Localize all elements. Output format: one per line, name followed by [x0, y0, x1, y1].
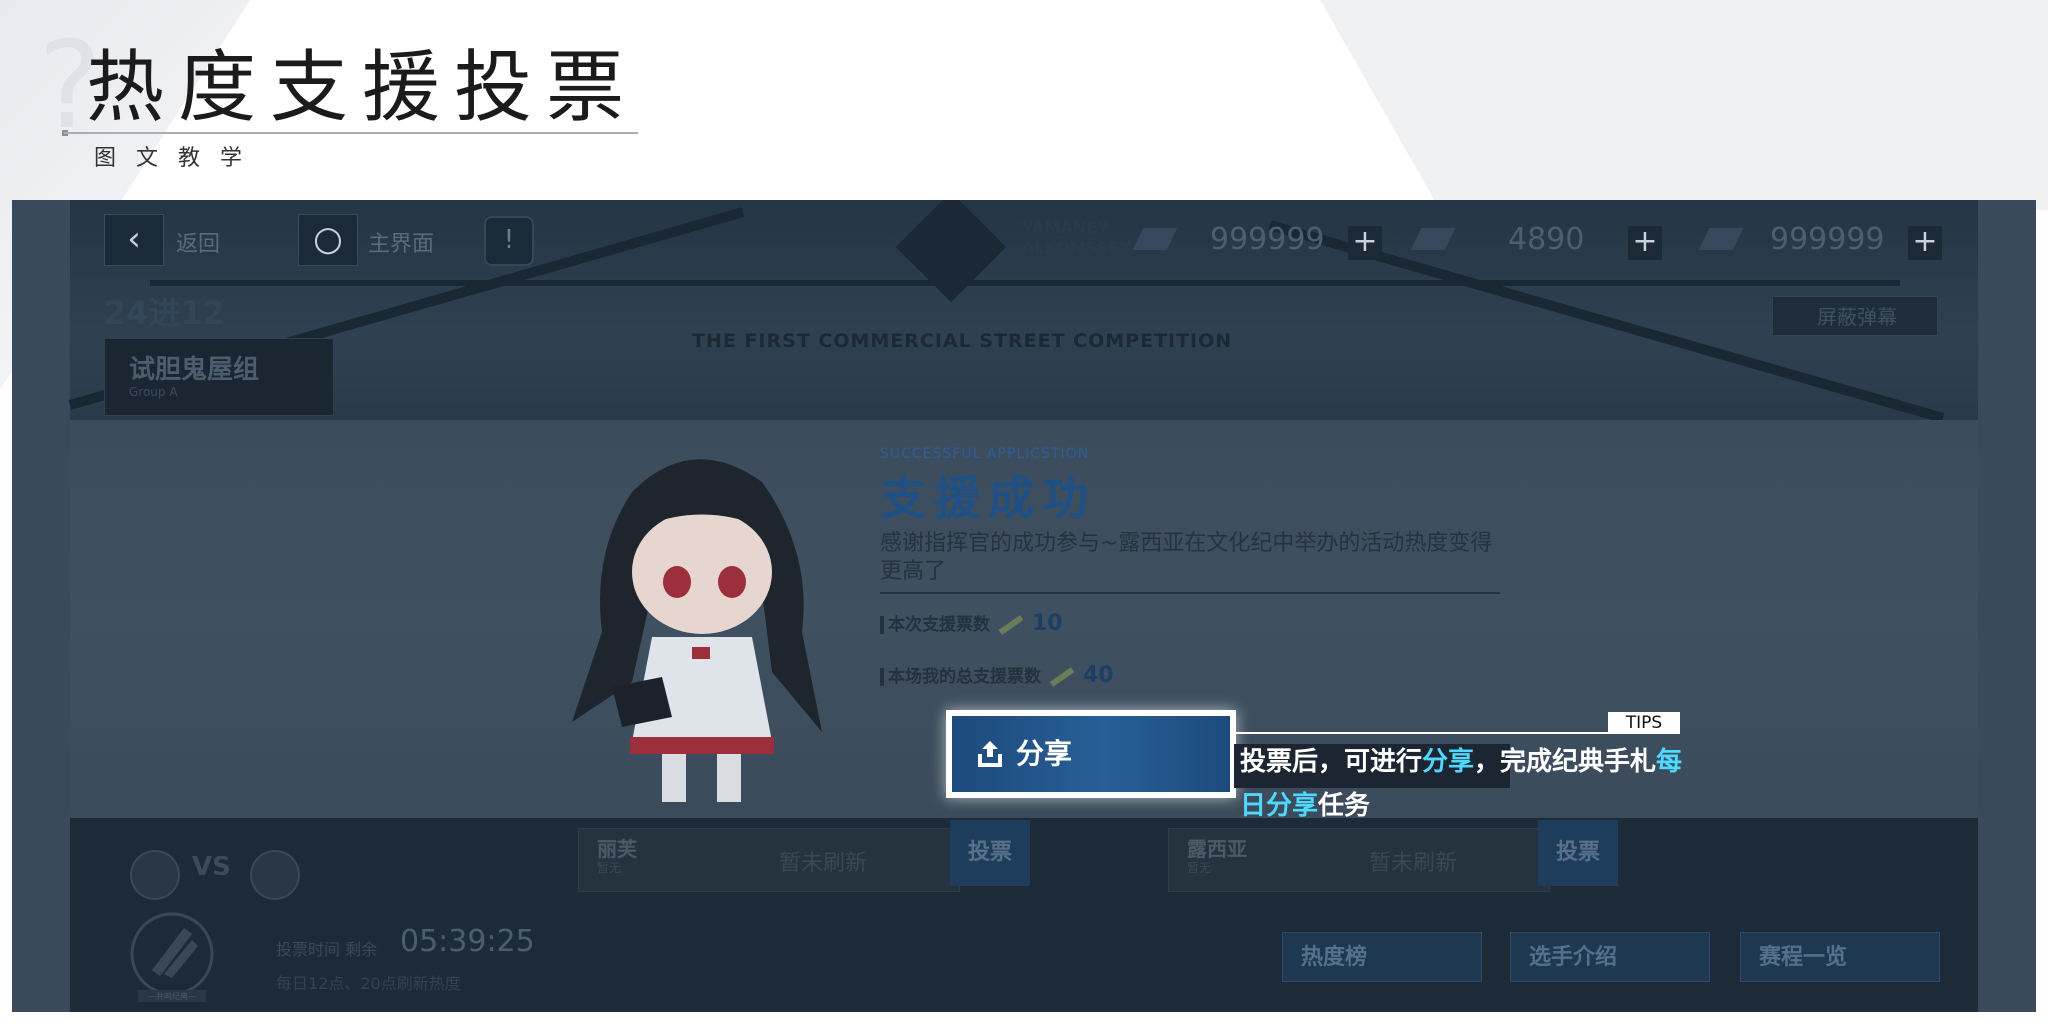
add-currency-c-button[interactable]: + [1908, 226, 1942, 260]
page-title: 热度支援投票 [86, 43, 639, 133]
vote-button-contestant-a[interactable]: 投票 [950, 820, 1030, 886]
round-label: 24进12 [104, 294, 226, 332]
back-button[interactable]: ‹ [104, 214, 164, 266]
refresh-note: 每日12点、20点刷新热度 [276, 974, 461, 993]
this-vote-row: 本次支援票数 10 [880, 610, 1063, 636]
vote-button-contestant-b[interactable]: 投票 [1538, 820, 1618, 886]
modal-description: 感谢指挥官的成功参与~露西亚在文化纪中举办的活动热度变得更高了 [880, 531, 1493, 584]
modal-kicker: SUCCESSFUL APPLICSTION [880, 446, 1090, 462]
schedule-button[interactable]: 赛程一览 [1740, 932, 1940, 982]
contestant-card: 露西亚 暂无 暂未刷新 [1168, 828, 1550, 892]
total-vote-row: 本场我的总支援票数 40 [880, 662, 1114, 688]
modal-divider [880, 592, 1500, 594]
tips-text: 投票后，可进行分享，完成纪典手札每日分享任务 [1240, 747, 1683, 821]
contestant-a-avatar [130, 850, 180, 900]
share-icon [978, 741, 1002, 767]
currency-c-value: 999999 [1770, 222, 1885, 257]
home-button[interactable]: ○ [298, 214, 358, 266]
wrench-icon [1049, 667, 1075, 687]
heat-ranking-button[interactable]: 热度榜 [1282, 932, 1482, 982]
stage-beam [150, 280, 1900, 286]
page-subtitle: 图文教学 [94, 146, 263, 171]
info-icon[interactable]: ! [484, 216, 534, 266]
game-screenshot: ‹ 返回 ○ 主界面 ! YAMANEY ALKOMSSEX 999999 + … [12, 200, 2036, 1012]
vote-time-label: 投票时间 剩余 [276, 940, 378, 959]
currency-b-value: 4890 [1508, 222, 1585, 257]
player-intro-button[interactable]: 选手介绍 [1510, 932, 1710, 982]
svg-text:—共鸣纪典—: —共鸣纪典— [148, 991, 196, 1001]
add-currency-b-button[interactable]: + [1628, 226, 1662, 260]
screenshot-side-left [12, 200, 70, 1012]
contestant-b-avatar [250, 850, 300, 900]
home-label: 主界面 [368, 232, 435, 257]
background-shape-right [1320, 0, 2048, 210]
vs-label: VS [192, 852, 231, 882]
vote-timer: 05:39:25 [400, 924, 535, 959]
character-illustration [572, 459, 822, 802]
share-button[interactable]: 分享 [946, 710, 1236, 798]
tips-tag: TIPS [1608, 712, 1680, 734]
group-tab[interactable]: 试胆鬼屋组 Group A [104, 338, 334, 416]
event-emblem-icon: —共鸣纪典— [130, 912, 214, 1002]
add-currency-a-button[interactable]: + [1348, 226, 1382, 260]
title-rule [64, 132, 638, 134]
screenshot-side-right [1978, 200, 2036, 1012]
event-logo-text: YAMANEY ALKOMSSEX [1022, 218, 1132, 257]
block-barrage-button[interactable]: 屏蔽弹幕 [1772, 296, 1938, 336]
group-subtitle: Group A [129, 385, 178, 399]
stage-caption: THE FIRST COMMERCIAL STREET COMPETITION [692, 330, 1233, 352]
back-label: 返回 [176, 232, 221, 257]
modal-title: 支援成功 [880, 471, 1096, 525]
share-label: 分享 [1016, 737, 1073, 770]
currency-a-value: 999999 [1210, 222, 1325, 257]
group-name: 试胆鬼屋组 [129, 355, 260, 385]
wrench-icon [998, 615, 1024, 635]
contestant-card: 丽芙 暂无 暂未刷新 [578, 828, 960, 892]
